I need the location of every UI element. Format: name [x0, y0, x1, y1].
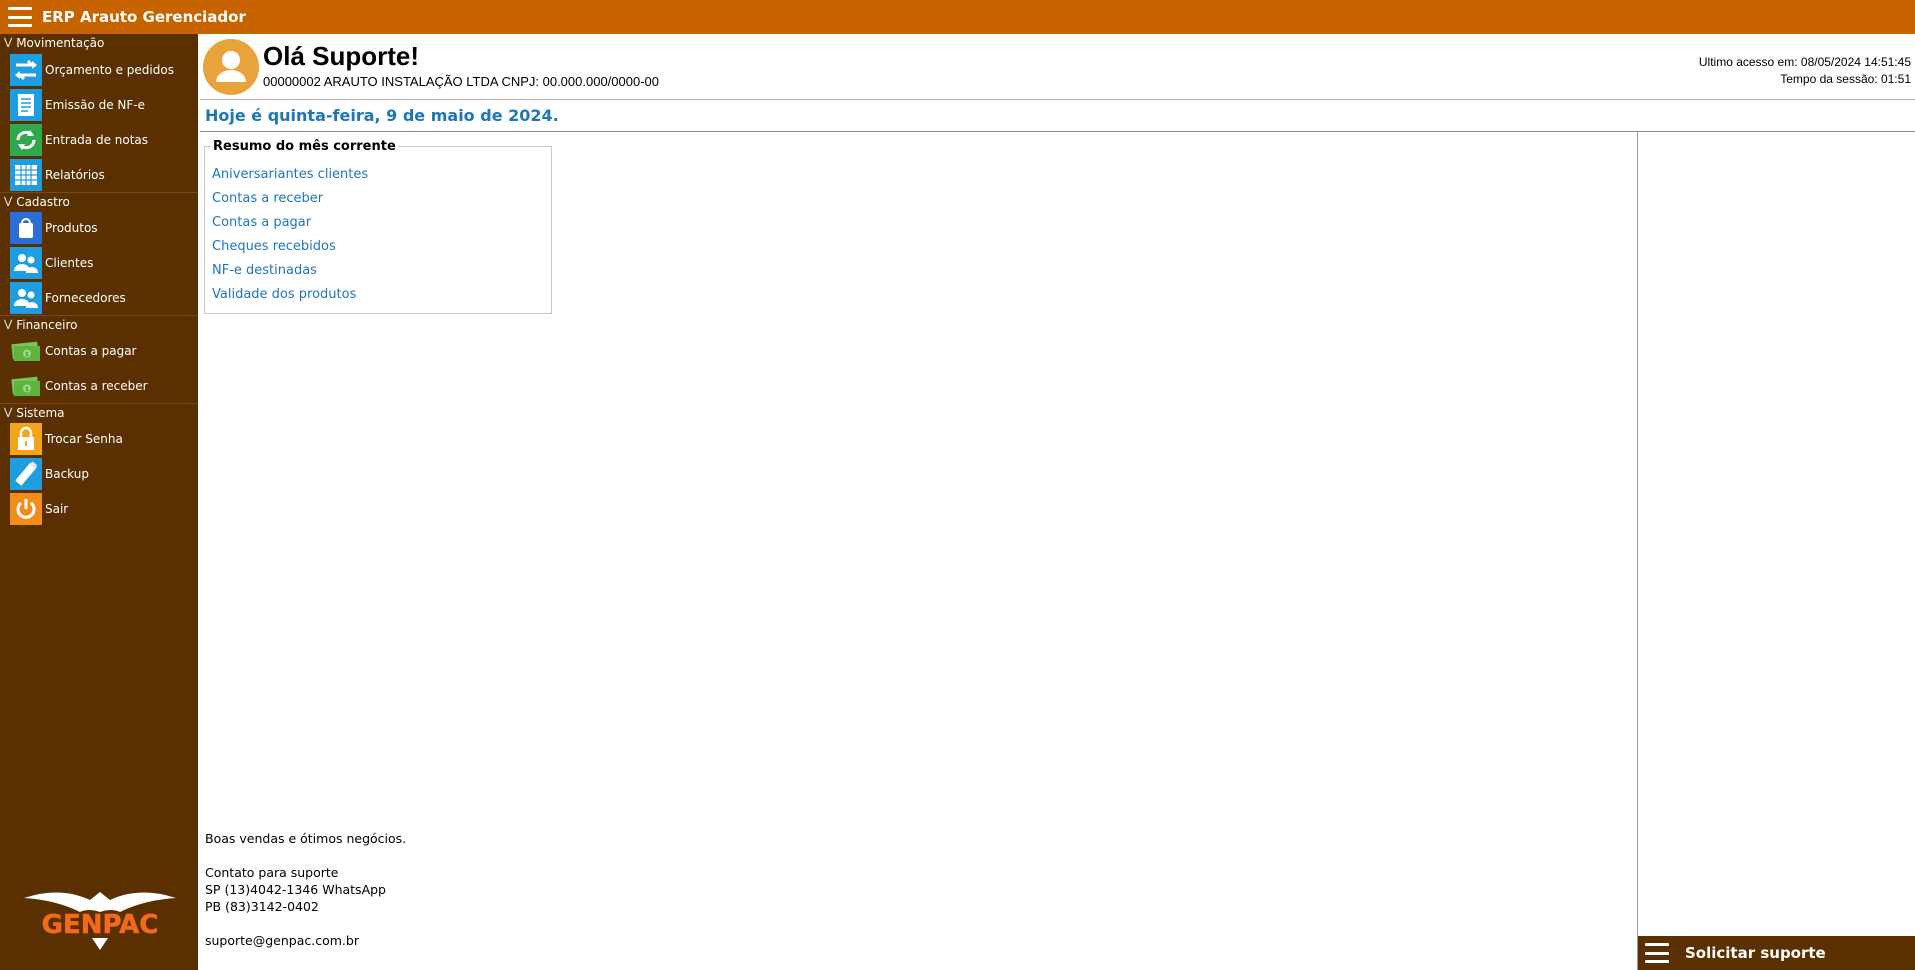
menu-icon[interactable] — [8, 7, 32, 27]
sidebar-item-label: Clientes — [45, 255, 94, 270]
link-cheques[interactable]: Cheques recebidos — [212, 235, 368, 259]
contact-sp: SP (13)4042-1346 WhatsApp — [205, 882, 386, 897]
link-nfe-destinadas[interactable]: NF-e destinadas — [212, 259, 368, 283]
header: Olá Suporte! 00000002 ARAUTO INSTALAÇÃO … — [198, 34, 1915, 98]
section-financeiro[interactable]: ⋁ Financeiro — [0, 315, 198, 333]
power-icon — [10, 492, 42, 525]
session-time: Tempo da sessão: 01:51 — [1780, 72, 1911, 86]
company-info: 00000002 ARAUTO INSTALAÇÃO LTDA CNPJ: 00… — [263, 74, 659, 89]
grid-report-icon — [10, 158, 42, 191]
sidebar-item-produtos[interactable]: Produtos — [0, 210, 198, 245]
chevron-down-icon: ⋁ — [4, 406, 13, 418]
support-contact-info: Boas vendas e ótimos negócios. Contato p… — [205, 830, 406, 949]
section-label: Financeiro — [16, 317, 78, 332]
app-title: ERP Arauto Gerenciador — [42, 8, 246, 26]
sidebar: ⋁ Movimentação Orçamento e pedidos Emiss… — [0, 34, 198, 970]
sidebar-item-label: Contas a receber — [45, 378, 148, 393]
genpac-logo: GENPAC — [20, 878, 180, 952]
money-icon: $ — [10, 370, 42, 402]
sidebar-item-label: Emissão de NF-e — [45, 97, 146, 112]
sidebar-item-label: Fornecedores — [45, 290, 126, 305]
footer-greeting: Boas vendas e ótimos negócios. — [205, 831, 407, 846]
users-icon — [10, 281, 42, 314]
user-avatar-icon — [203, 39, 259, 95]
users-icon — [10, 246, 42, 279]
lock-icon — [10, 422, 42, 455]
document-icon — [10, 88, 42, 121]
contact-title: Contato para suporte — [205, 865, 339, 880]
svg-text:$: $ — [25, 351, 29, 358]
svg-text:$: $ — [25, 386, 29, 393]
chevron-down-icon: ⋁ — [4, 37, 13, 48]
app-window: ERP Arauto Gerenciador ⋁ Movimentação Or… — [0, 0, 1915, 970]
right-panel — [1637, 132, 1915, 970]
sidebar-item-label: Sair — [45, 501, 69, 516]
sidebar-item-label: Contas a pagar — [45, 343, 137, 358]
monthly-summary-box: Resumo do mês corrente Aniversariantes c… — [204, 139, 552, 314]
sidebar-item-fornecedores[interactable]: Fornecedores — [0, 280, 198, 315]
section-cadastro[interactable]: ⋁ Cadastro — [0, 192, 198, 210]
link-validade-produtos[interactable]: Validade dos produtos — [212, 283, 368, 307]
svg-text:GENPAC: GENPAC — [42, 910, 159, 940]
sidebar-item-clientes[interactable]: Clientes — [0, 245, 198, 280]
sidebar-item-label: Entrada de notas — [45, 132, 149, 147]
sidebar-item-entrada-notas[interactable]: Entrada de notas — [0, 122, 198, 157]
sidebar-item-contas-receber[interactable]: $ Contas a receber — [0, 368, 198, 403]
section-label: Sistema — [16, 405, 65, 420]
sidebar-item-orcamento[interactable]: Orçamento e pedidos — [0, 52, 198, 87]
usb-drive-icon — [10, 457, 42, 490]
greeting-title: Olá Suporte! — [263, 41, 420, 71]
chevron-down-icon: ⋁ — [4, 195, 13, 207]
section-label: Cadastro — [16, 194, 70, 209]
support-button-label: Solicitar suporte — [1685, 944, 1826, 962]
contact-email: suporte@genpac.com.br — [205, 933, 359, 948]
top-bar: ERP Arauto Gerenciador — [0, 0, 1915, 34]
menu-icon — [1645, 943, 1669, 963]
sidebar-item-sair[interactable]: Sair — [0, 491, 198, 526]
today-date: Hoje é quinta-feira, 9 de maio de 2024. — [205, 106, 559, 125]
sidebar-item-contas-pagar[interactable]: $ Contas a pagar — [0, 333, 198, 368]
link-contas-receber[interactable]: Contas a receber — [212, 187, 368, 211]
chevron-down-icon: ⋁ — [4, 318, 13, 330]
sidebar-item-label: Backup — [45, 466, 89, 481]
section-movimentacao[interactable]: ⋁ Movimentação — [0, 34, 198, 52]
date-bar: Hoje é quinta-feira, 9 de maio de 2024. — [200, 99, 1915, 132]
sidebar-item-label: Trocar Senha — [45, 431, 123, 446]
refresh-icon — [10, 123, 42, 156]
sidebar-item-label: Produtos — [45, 220, 98, 235]
sidebar-item-backup[interactable]: Backup — [0, 456, 198, 491]
sidebar-item-label: Relatórios — [45, 167, 105, 182]
session-info: Ultimo acesso em: 08/05/2024 14:51:45 Te… — [1699, 54, 1911, 88]
section-sistema[interactable]: ⋁ Sistema — [0, 403, 198, 421]
money-icon: $ — [10, 335, 42, 367]
sidebar-item-label: Orçamento e pedidos — [45, 62, 174, 77]
arrows-exchange-icon — [10, 53, 42, 86]
request-support-button[interactable]: Solicitar suporte — [1638, 936, 1915, 970]
link-aniversariantes[interactable]: Aniversariantes clientes — [212, 163, 368, 187]
sidebar-item-relatorios[interactable]: Relatórios — [0, 157, 198, 192]
link-contas-pagar[interactable]: Contas a pagar — [212, 211, 368, 235]
section-label: Movimentação — [16, 36, 105, 50]
contact-pb: PB (83)3142-0402 — [205, 899, 319, 914]
last-access: Ultimo acesso em: 08/05/2024 14:51:45 — [1698, 55, 1911, 69]
shopping-bag-icon — [10, 211, 42, 244]
summary-title: Resumo do mês corrente — [211, 139, 398, 154]
sidebar-item-trocar-senha[interactable]: Trocar Senha — [0, 421, 198, 456]
summary-links: Aniversariantes clientes Contas a recebe… — [212, 163, 368, 307]
sidebar-item-nfe[interactable]: Emissão de NF-e — [0, 87, 198, 122]
